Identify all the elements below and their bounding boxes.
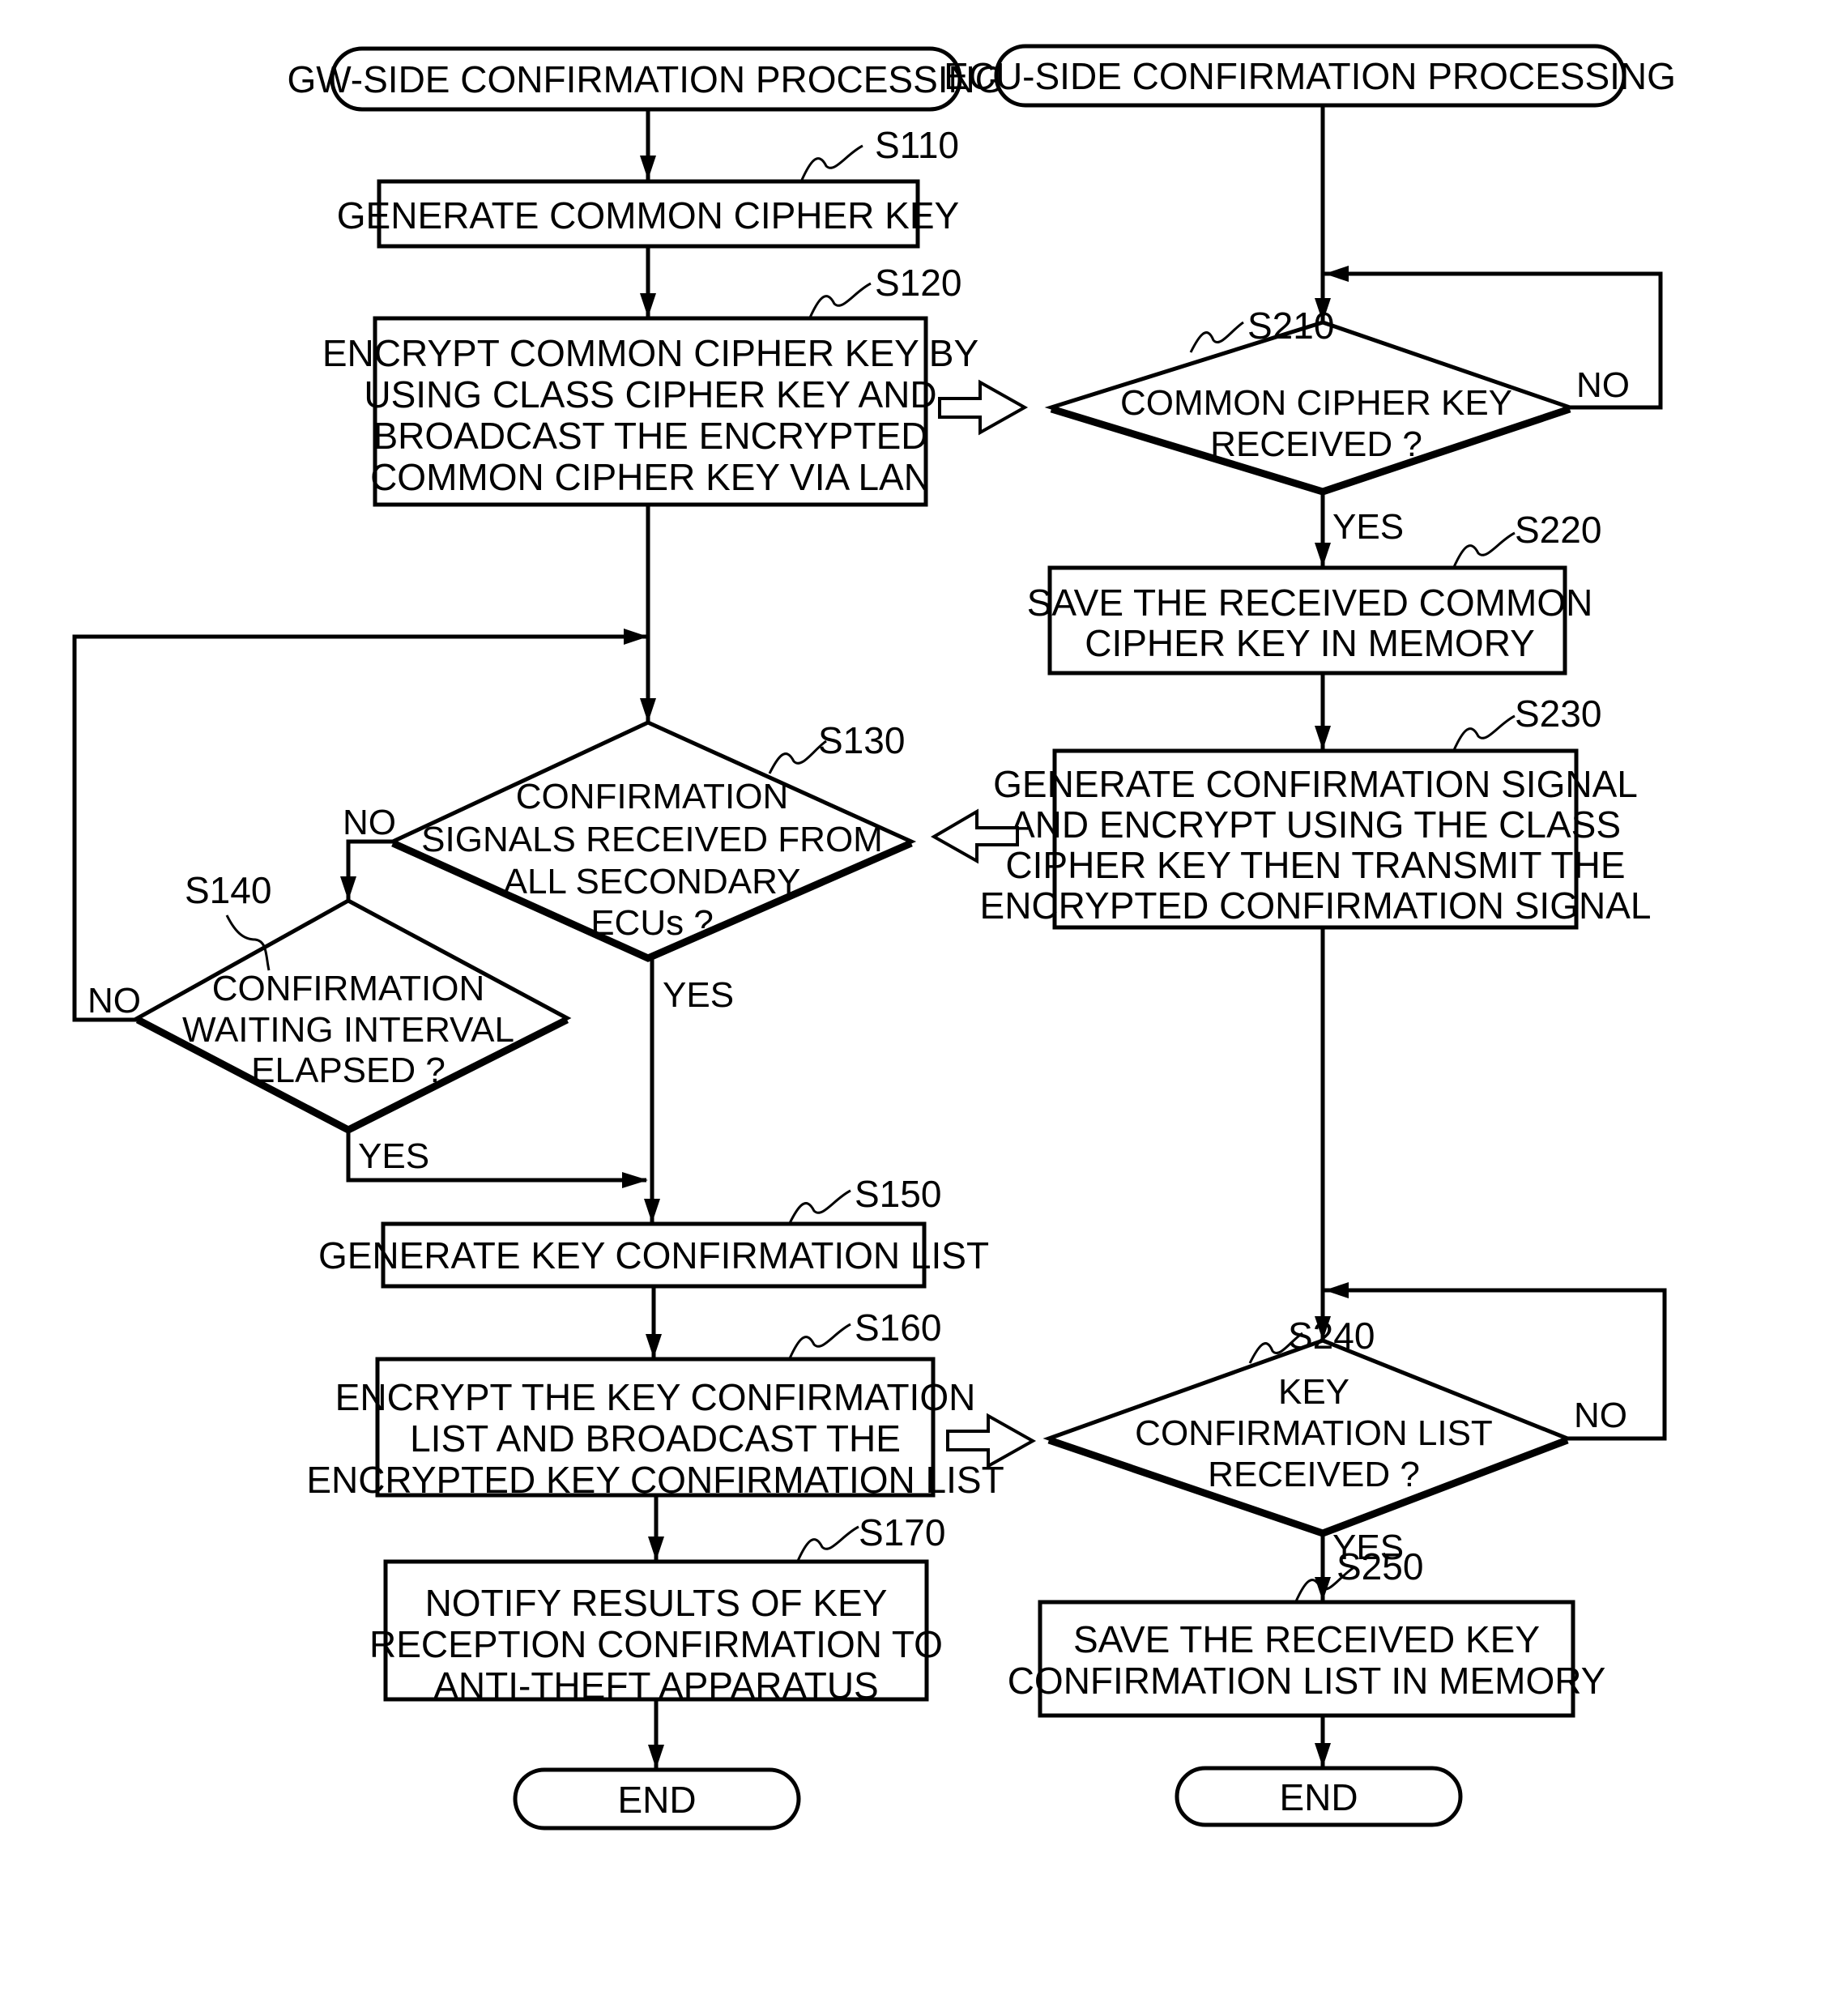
s130-no-branch: [346, 839, 393, 901]
step-s170-line1: NOTIFY RESULTS OF KEY: [425, 1582, 888, 1624]
arrowhead: [646, 1334, 662, 1358]
arrowhead: [640, 698, 656, 722]
step-s220-line1: SAVE THE RECEIVED COMMON: [1027, 582, 1593, 624]
gw-end-text: END: [617, 1779, 696, 1821]
ecu-end-text: END: [1279, 1776, 1358, 1818]
leader-squiggle: [788, 1189, 851, 1224]
gw-side-flow: GW-SIDE CONFIRMATION PROCESSING GENERATE…: [72, 46, 1037, 1831]
arrowhead: [644, 1199, 660, 1223]
step-s250-id: S250: [1337, 1545, 1423, 1588]
arrowhead: [648, 1537, 664, 1561]
arrowhead: [648, 1745, 664, 1769]
step-s170-line2: RECEPTION CONFIRMATION TO: [369, 1623, 943, 1665]
step-s120-line4: COMMON CIPHER KEY VIA LAN: [370, 456, 931, 498]
leader-squiggle: [796, 1525, 859, 1562]
arrowhead: [1315, 1743, 1331, 1767]
ecu-title: ECU-SIDE CONFIRMATION PROCESSING: [944, 55, 1676, 97]
step-s230-id: S230: [1515, 693, 1601, 735]
leader-squiggle: [800, 144, 863, 181]
leader-squiggle: [1452, 531, 1516, 568]
step-s130-line2: SIGNALS RECEIVED FROM: [421, 820, 883, 859]
arrowhead: [622, 1172, 648, 1188]
step-s120-line3: BROADCAST THE ENCRYPTED: [373, 415, 927, 457]
step-s130-line3: ALL SECONDARY: [504, 862, 801, 901]
step-s120-id: S120: [875, 262, 961, 304]
step-s210-line1: COMMON CIPHER KEY: [1120, 383, 1512, 423]
s210-no-label: NO: [1576, 365, 1630, 405]
step-s210-line2: RECEIVED ?: [1210, 424, 1422, 464]
step-s120-line2: USING CLASS CIPHER KEY AND: [364, 373, 936, 416]
ecu-side-flow: ECU-SIDE CONFIRMATION PROCESSING COMMON …: [930, 44, 1676, 1827]
step-s120-line1: ENCRYPT COMMON CIPHER KEY BY: [322, 332, 978, 374]
step-s230-line4: ENCRYPTED CONFIRMATION SIGNAL: [980, 884, 1652, 927]
step-s130-line1: CONFIRMATION: [516, 777, 789, 816]
arrowhead: [640, 156, 656, 180]
s140-yes-label: YES: [358, 1136, 429, 1176]
step-s240-line2: CONFIRMATION LIST: [1135, 1413, 1493, 1453]
s130-no-label: NO: [343, 803, 396, 842]
step-s240-id: S240: [1288, 1315, 1375, 1357]
step-s160-line1: ENCRYPT THE KEY CONFIRMATION: [335, 1376, 976, 1418]
arrowhead: [340, 876, 356, 901]
step-s230-line1: GENERATE CONFIRMATION SIGNAL: [993, 763, 1638, 805]
step-s240-line1: KEY: [1278, 1372, 1349, 1412]
step-s230-line3: CIPHER KEY THEN TRANSMIT THE: [1005, 844, 1625, 886]
step-s220-id: S220: [1515, 509, 1601, 551]
arrowhead: [640, 293, 656, 318]
step-s170-id: S170: [859, 1511, 945, 1554]
arrowhead: [1324, 266, 1349, 282]
arrowhead: [1324, 1282, 1349, 1298]
step-s140-line3: ELAPSED ?: [251, 1051, 446, 1090]
leader-squiggle: [808, 282, 872, 318]
step-s160-id: S160: [855, 1306, 941, 1349]
arrowhead: [1315, 543, 1331, 567]
step-s110-id: S110: [875, 124, 959, 166]
s130-yes-label: YES: [663, 975, 734, 1015]
flowchart: GW-SIDE CONFIRMATION PROCESSING GENERATE…: [72, 44, 1676, 1831]
step-s250-line1: SAVE THE RECEIVED KEY: [1073, 1618, 1540, 1660]
step-s130-line4: ECUs ?: [590, 903, 714, 943]
s240-no-label: NO: [1574, 1396, 1627, 1435]
leader-squiggle: [1452, 714, 1516, 751]
step-s130-id: S130: [818, 719, 905, 761]
step-s160-line3: ENCRYPTED KEY CONFIRMATION LIST: [306, 1459, 1004, 1501]
gw-title: GW-SIDE CONFIRMATION PROCESSING: [287, 58, 1004, 100]
step-s220-line2: CIPHER KEY IN MEMORY: [1085, 622, 1535, 664]
step-s140-line1: CONFIRMATION: [212, 969, 485, 1008]
s140-no-label: NO: [87, 981, 141, 1021]
step-s230-line2: AND ENCRYPT USING THE CLASS: [1010, 803, 1621, 846]
arrowhead: [624, 629, 648, 645]
step-s210-id: S210: [1247, 305, 1334, 347]
step-s110-text: GENERATE COMMON CIPHER KEY: [337, 194, 959, 237]
s210-yes-label: YES: [1332, 507, 1404, 547]
step-s250-line2: CONFIRMATION LIST IN MEMORY: [1008, 1660, 1606, 1702]
step-s160-line2: LIST AND BROADCAST THE: [410, 1417, 901, 1460]
step-s140-line2: WAITING INTERVAL: [182, 1010, 514, 1050]
broadcast-arrow-right: [938, 379, 1029, 436]
step-s150-id: S150: [855, 1173, 941, 1215]
leader-squiggle: [788, 1323, 851, 1359]
step-s140-id: S140: [185, 869, 271, 911]
step-s150-text: GENERATE KEY CONFIRMATION LIST: [318, 1234, 989, 1277]
step-s240-line3: RECEIVED ?: [1208, 1455, 1420, 1494]
arrowhead: [1315, 726, 1331, 750]
